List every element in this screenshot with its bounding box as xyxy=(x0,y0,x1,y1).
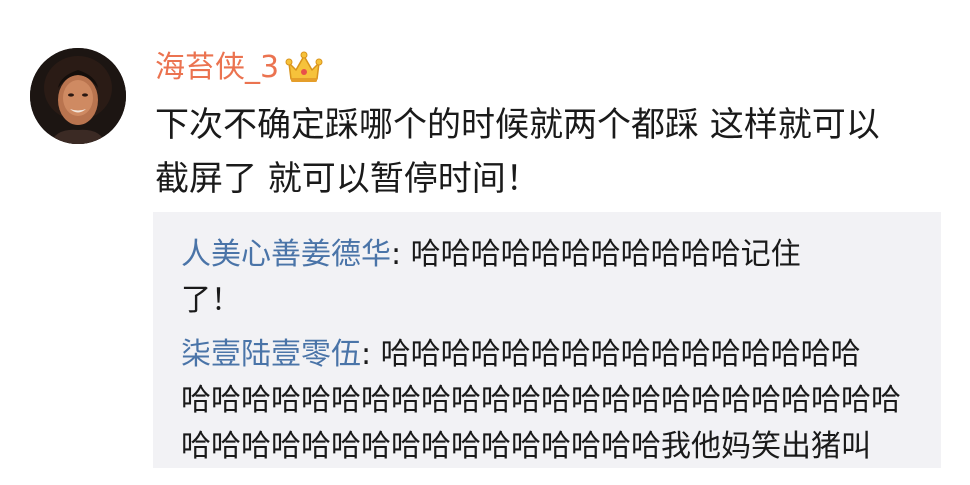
comment-header: 海苔侠_3 xyxy=(155,48,323,88)
reply-first-line: 柒壹陆壹零伍: 哈哈哈哈哈哈哈哈哈哈哈哈哈哈哈哈 xyxy=(181,332,921,378)
reply-text: 哈哈哈哈哈哈哈哈哈哈哈哈哈哈哈哈 xyxy=(380,337,861,372)
avatar-photo xyxy=(30,48,126,144)
reply-first-line: 人美心善姜德华: 哈哈哈哈哈哈哈哈哈哈哈记住 xyxy=(181,232,921,278)
reply-text: 哈哈哈哈哈哈哈哈哈哈哈记住 xyxy=(410,237,801,272)
comment-line: 截屏了 就可以暂停时间！ xyxy=(155,159,540,199)
reply-item: 柒壹陆壹零伍: 哈哈哈哈哈哈哈哈哈哈哈哈哈哈哈哈 哈哈哈哈哈哈哈哈哈哈哈哈哈哈哈… xyxy=(181,332,921,470)
reply-text-line: 哈哈哈哈哈哈哈哈哈哈哈哈哈哈哈哈我他妈笑出猪叫 xyxy=(181,429,871,464)
comment-line: 下次不确定踩哪个的时候就两个都踩 这样就可以 xyxy=(155,105,880,145)
reply-separator: : xyxy=(361,337,381,372)
comment-body: 下次不确定踩哪个的时候就两个都踩 这样就可以 截屏了 就可以暂停时间！ xyxy=(155,98,955,206)
reply-author-link[interactable]: 柒壹陆壹零伍 xyxy=(181,337,361,372)
avatar[interactable] xyxy=(30,48,126,144)
reply-author-link[interactable]: 人美心善姜德华 xyxy=(181,237,391,272)
reply-item: 人美心善姜德华: 哈哈哈哈哈哈哈哈哈哈哈记住 了！ xyxy=(181,232,921,324)
reply-text-line: 哈哈哈哈哈哈哈哈哈哈哈哈哈哈哈哈哈哈哈哈哈哈哈哈 xyxy=(181,383,901,418)
reply-text-line: 了！ xyxy=(181,283,241,318)
reply-separator: : xyxy=(391,237,411,272)
replies-panel[interactable]: 人美心善姜德华: 哈哈哈哈哈哈哈哈哈哈哈记住 了！ 柒壹陆壹零伍: 哈哈哈哈哈哈… xyxy=(153,212,941,468)
crown-icon[interactable] xyxy=(285,51,323,85)
username[interactable]: 海苔侠_3 xyxy=(155,48,279,88)
